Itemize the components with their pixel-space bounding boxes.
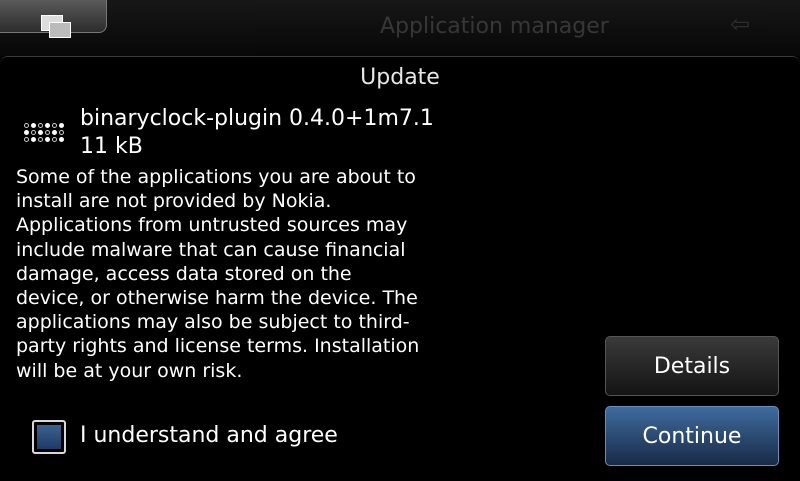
details-button[interactable]: Details xyxy=(605,336,779,396)
warning-text: Some of the applications you are about t… xyxy=(16,166,420,382)
task-switcher-button[interactable] xyxy=(0,0,107,38)
task-switcher-icon xyxy=(41,15,71,38)
agree-checkbox[interactable] xyxy=(32,420,66,454)
update-dialog: Update binaryclock-plugin 0.4.0+1m7.1 11… xyxy=(0,56,800,481)
continue-button[interactable]: Continue xyxy=(605,406,779,466)
binary-clock-icon xyxy=(22,122,68,146)
package-size: 11 kB xyxy=(80,134,143,159)
checkbox-fill xyxy=(37,425,61,449)
dialog-title: Update xyxy=(360,65,440,90)
package-name: binaryclock-plugin 0.4.0+1m7.1 xyxy=(80,106,434,131)
back-arrow-icon: ⇦ xyxy=(730,10,751,38)
background-app-title: Application manager xyxy=(380,14,609,39)
status-bar: Application manager ⇦ xyxy=(0,0,800,56)
agree-label[interactable]: I understand and agree xyxy=(80,423,338,448)
